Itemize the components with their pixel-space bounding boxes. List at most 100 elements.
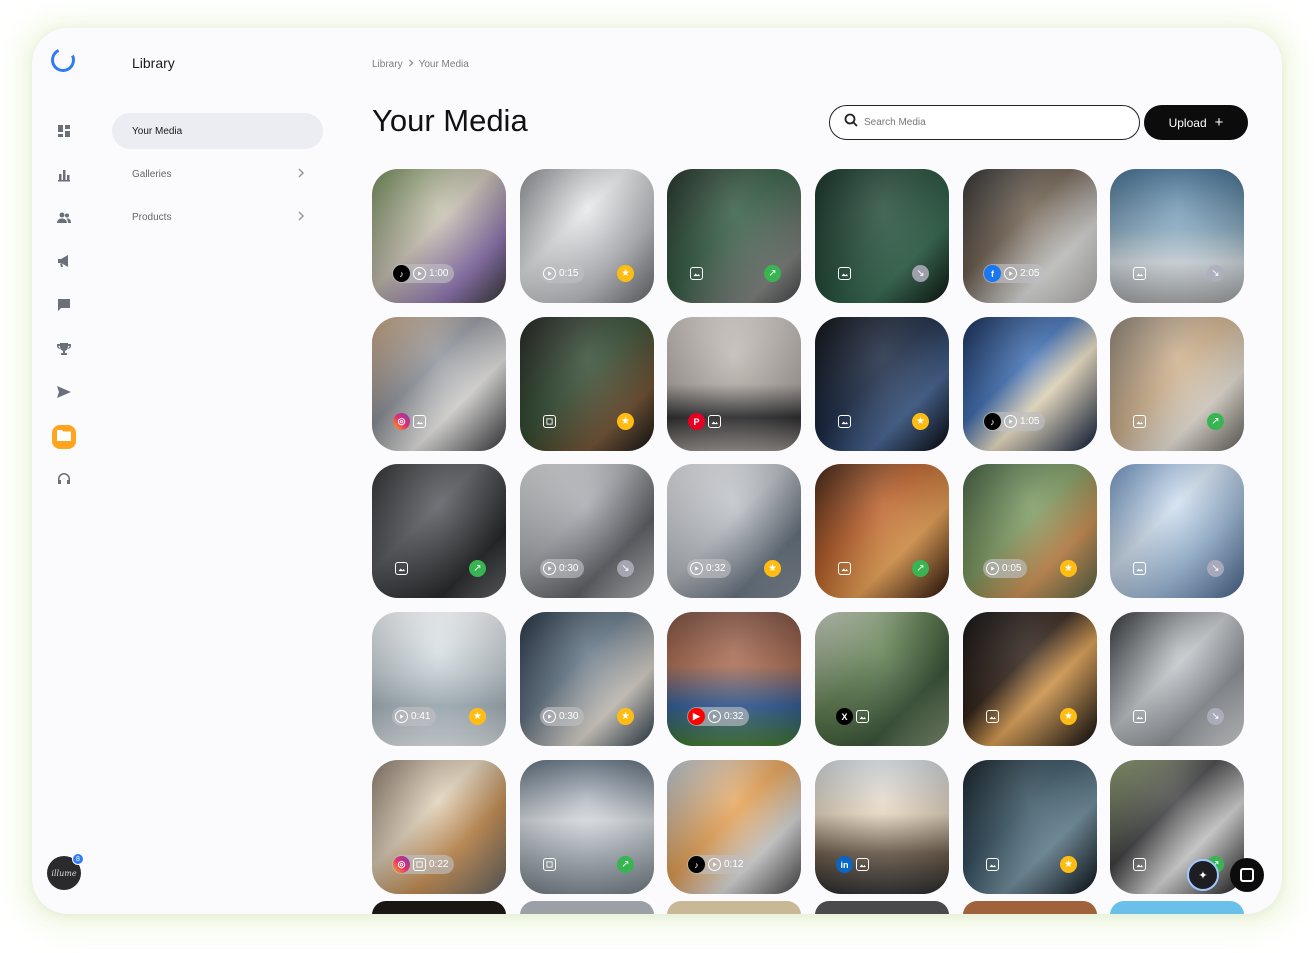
star-icon[interactable]: ★	[617, 708, 634, 725]
media-tile[interactable]: ♪ 1:00	[372, 169, 506, 303]
image-icon	[838, 562, 851, 575]
media-info-pill: ◎	[392, 412, 432, 431]
media-duration: 0:41	[411, 711, 431, 722]
arrow-down-right-icon[interactable]: ↘	[1207, 708, 1224, 725]
arrow-up-right-icon[interactable]: ↗	[617, 856, 634, 873]
media-info-pill	[835, 264, 857, 283]
media-tile[interactable]: ↗	[520, 760, 654, 894]
x-icon: X	[836, 708, 853, 725]
sidebar-item-your-media[interactable]: Your Media	[112, 113, 323, 149]
arrow-down-right-icon[interactable]: ↘	[1207, 265, 1224, 282]
dashboard-nav-button[interactable]	[52, 121, 76, 145]
media-tile[interactable]	[667, 901, 801, 914]
media-tile[interactable]: ★	[815, 317, 949, 451]
page-title: Your Media	[372, 103, 528, 138]
star-icon[interactable]: ★	[764, 560, 781, 577]
arrow-up-right-icon[interactable]: ↗	[912, 560, 929, 577]
media-overlay: ♪ 1:05	[983, 412, 1077, 431]
media-tile[interactable]: X	[815, 612, 949, 746]
users-nav-button[interactable]	[52, 208, 76, 232]
send-nav-button[interactable]	[52, 382, 76, 406]
youtube-icon: ▶	[688, 708, 705, 725]
star-icon[interactable]: ★	[912, 413, 929, 430]
search-box[interactable]	[829, 105, 1140, 140]
media-tile[interactable]	[815, 901, 949, 914]
media-tile[interactable]: ↘	[815, 169, 949, 303]
upload-button[interactable]: Upload +	[1144, 105, 1248, 140]
chat-nav-button[interactable]	[52, 295, 76, 319]
media-tile[interactable]: 0:41 ★	[372, 612, 506, 746]
arrow-down-right-icon[interactable]: ↘	[1207, 560, 1224, 577]
media-tile[interactable]: ★	[963, 612, 1097, 746]
media-tile[interactable]: ♪ 0:12	[667, 760, 801, 894]
media-tile[interactable]: P	[667, 317, 801, 451]
media-tile[interactable]: 0:30 ★	[520, 612, 654, 746]
media-info-pill: 0:41	[392, 707, 437, 726]
media-tile[interactable]: ↗	[1110, 317, 1244, 451]
media-duration: 2:05	[1020, 268, 1040, 279]
media-tile[interactable]: ◎ 0:22	[372, 760, 506, 894]
media-tile[interactable]: 0:32 ★	[667, 464, 801, 598]
arrow-down-right-icon[interactable]: ↘	[617, 560, 634, 577]
media-tile[interactable]: f 2:05	[963, 169, 1097, 303]
media-tile[interactable]: ♪ 1:05	[963, 317, 1097, 451]
upload-label: Upload	[1168, 115, 1207, 130]
ai-assistant-button[interactable]: ✦	[1187, 859, 1219, 891]
star-icon[interactable]: ★	[1060, 560, 1077, 577]
search-input[interactable]	[864, 117, 1124, 128]
media-tile[interactable]	[372, 901, 506, 914]
arrow-up-right-icon[interactable]: ↗	[764, 265, 781, 282]
media-tile[interactable]: ↘	[1110, 464, 1244, 598]
breadcrumb: Library Your Media	[372, 59, 469, 70]
image-icon	[395, 562, 408, 575]
media-info-pill: ♪ 1:00	[392, 264, 455, 283]
media-overlay: ↘	[1130, 559, 1224, 578]
media-tile[interactable]: 0:15 ★	[520, 169, 654, 303]
media-tile[interactable]: ↘	[1110, 169, 1244, 303]
headset-nav-button[interactable]	[52, 469, 76, 493]
media-tile[interactable]: ↗	[815, 464, 949, 598]
folder-nav-button[interactable]	[52, 425, 76, 449]
media-overlay: ↘	[835, 264, 929, 283]
trophy-nav-button[interactable]	[52, 339, 76, 363]
media-tile[interactable]: ◎	[372, 317, 506, 451]
arrow-up-right-icon[interactable]: ↗	[1207, 413, 1224, 430]
bar-chart-nav-button[interactable]	[52, 165, 76, 189]
media-tile[interactable]: ▶ 0:32	[667, 612, 801, 746]
media-tile[interactable]: ↗	[667, 169, 801, 303]
media-tile[interactable]	[520, 901, 654, 914]
arrow-up-right-icon[interactable]: ↗	[469, 560, 486, 577]
star-icon[interactable]: ★	[1060, 708, 1077, 725]
arrow-down-right-icon[interactable]: ↘	[912, 265, 929, 282]
play-icon	[1004, 415, 1017, 428]
bar-chart-icon	[56, 167, 72, 188]
media-overlay: P	[687, 412, 781, 431]
media-tile[interactable]: ↘	[1110, 612, 1244, 746]
media-tile[interactable]: 0:30 ↘	[520, 464, 654, 598]
star-icon[interactable]: ★	[617, 265, 634, 282]
media-overlay: ★	[540, 412, 634, 431]
media-info-pill	[687, 264, 709, 283]
sidebar-item-label: Galleries	[132, 168, 172, 180]
megaphone-nav-button[interactable]	[52, 251, 76, 275]
media-tile[interactable]: ↗	[372, 464, 506, 598]
media-info-pill: 0:30	[540, 559, 585, 578]
chat-support-button[interactable]	[1230, 858, 1264, 892]
megaphone-icon	[56, 253, 72, 274]
instagram-icon: ◎	[393, 856, 410, 873]
notification-badge: 8	[72, 853, 84, 865]
media-tile[interactable]: ↗	[1110, 760, 1244, 894]
sidebar-item-galleries[interactable]: Galleries	[112, 156, 323, 192]
sidebar-item-products[interactable]: Products	[112, 199, 323, 235]
media-tile[interactable]: ★	[963, 760, 1097, 894]
media-overlay: ◎ 0:22	[392, 855, 486, 874]
media-tile[interactable]	[1110, 901, 1244, 914]
media-tile[interactable]	[963, 901, 1097, 914]
star-icon[interactable]: ★	[617, 413, 634, 430]
breadcrumb-library[interactable]: Library	[372, 59, 403, 70]
star-icon[interactable]: ★	[1060, 856, 1077, 873]
media-tile[interactable]: ★	[520, 317, 654, 451]
star-icon[interactable]: ★	[469, 708, 486, 725]
media-tile[interactable]: in	[815, 760, 949, 894]
media-tile[interactable]: 0:05 ★	[963, 464, 1097, 598]
